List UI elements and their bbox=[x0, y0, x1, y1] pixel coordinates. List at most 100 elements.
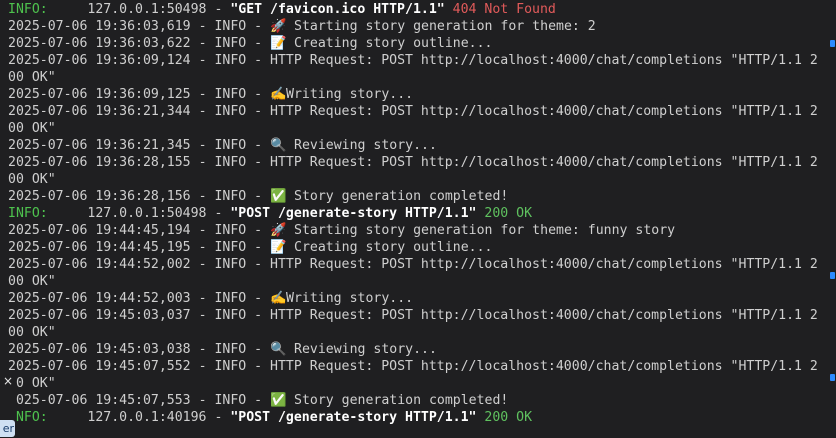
log-message: Creating story outline... bbox=[294, 240, 493, 255]
emoji-icon: 📝 bbox=[270, 36, 287, 51]
terminal-window[interactable]: INFO: 127.0.0.1:50498 - "GET /favicon.ic… bbox=[0, 0, 836, 438]
log-message: HTTP Request: POST http://localhost:4000… bbox=[270, 359, 818, 374]
client-address: 127.0.0.1:50498 bbox=[87, 206, 207, 221]
log-level: INFO bbox=[214, 240, 247, 255]
log-level: INFO bbox=[214, 393, 247, 408]
log-timestamp: 2025-07-06 19:36:21,344 bbox=[8, 104, 191, 119]
log-level: INFO bbox=[214, 342, 247, 357]
http-status: 404 Not Found bbox=[452, 2, 556, 17]
log-output: INFO: 127.0.0.1:50498 - "GET /favicon.ic… bbox=[8, 1, 828, 426]
log-level: INFO bbox=[214, 53, 247, 68]
log-message-wrap: 00 OK" bbox=[8, 172, 56, 187]
log-level: INFO bbox=[214, 223, 247, 238]
log-level: INFO bbox=[214, 189, 247, 204]
log-level: INFO bbox=[214, 257, 247, 272]
emoji-icon: 🔍 bbox=[270, 138, 287, 153]
log-timestamp: 2025-07-06 19:45:07,552 bbox=[8, 359, 191, 374]
emoji-icon: 🔍 bbox=[270, 342, 287, 357]
log-message: Story generation completed! bbox=[294, 189, 509, 204]
log-message: Reviewing story... bbox=[294, 342, 437, 357]
log-line: INFO: 127.0.0.1:40196 - "POST /generate-… bbox=[8, 410, 533, 425]
log-line: 00 OK" bbox=[8, 375, 828, 392]
log-line: 00 OK" bbox=[8, 69, 828, 86]
client-address: 127.0.0.1:40196 bbox=[87, 410, 207, 425]
log-timestamp: 2025-07-06 19:45:03,037 bbox=[8, 308, 191, 323]
log-timestamp: 2025-07-06 19:44:45,194 bbox=[8, 223, 191, 238]
http-request: "GET /favicon.ico HTTP/1.1" bbox=[230, 2, 445, 17]
log-level: INFO bbox=[214, 138, 247, 153]
log-level: INFO bbox=[214, 104, 247, 119]
log-line: 2025-07-06 19:36:21,344 - INFO - HTTP Re… bbox=[8, 104, 818, 119]
log-level: INFO bbox=[214, 19, 247, 34]
log-message-wrap: 00 OK" bbox=[8, 70, 56, 85]
log-level: INFO bbox=[214, 155, 247, 170]
log-timestamp: 2025-07-06 19:44:52,003 bbox=[8, 291, 191, 306]
log-timestamp: 2025-07-06 19:36:28,156 bbox=[8, 189, 191, 204]
close-icon[interactable]: × bbox=[3, 374, 13, 388]
log-message: Story generation completed! bbox=[294, 393, 509, 408]
log-timestamp: 2025-07-06 19:36:09,125 bbox=[8, 87, 191, 102]
log-message-wrap: 00 OK" bbox=[8, 121, 56, 136]
log-message: HTTP Request: POST http://localhost:4000… bbox=[270, 308, 818, 323]
emoji-icon: 📝 bbox=[270, 240, 287, 255]
log-line: 2025-07-06 19:44:45,195 - INFO - 📝 Creat… bbox=[8, 240, 493, 255]
log-message-wrap: 00 OK" bbox=[8, 274, 56, 289]
scroll-marker[interactable] bbox=[830, 272, 835, 279]
emoji-icon: 🚀 bbox=[270, 19, 287, 34]
http-request: "POST /generate-story HTTP/1.1" bbox=[230, 410, 477, 425]
log-level: INFO: bbox=[8, 206, 48, 221]
log-line: 2025-07-06 19:45:07,553 - INFO - ✅ Story… bbox=[8, 393, 509, 408]
log-line: 00 OK" bbox=[8, 120, 828, 137]
http-request: "POST /generate-story HTTP/1.1" bbox=[230, 206, 477, 221]
log-line: 2025-07-06 19:44:45,194 - INFO - 🚀 Start… bbox=[8, 223, 676, 238]
log-level: INFO bbox=[214, 36, 247, 51]
client-address: 127.0.0.1:50498 bbox=[87, 2, 207, 17]
log-timestamp: 2025-07-06 19:36:03,622 bbox=[8, 36, 191, 51]
log-message: Writing story... bbox=[286, 291, 414, 306]
log-level: INFO bbox=[214, 359, 247, 374]
log-message: HTTP Request: POST http://localhost:4000… bbox=[270, 104, 818, 119]
log-line: 2025-07-06 19:36:09,124 - INFO - HTTP Re… bbox=[8, 53, 818, 68]
log-message: Reviewing story... bbox=[294, 138, 437, 153]
log-timestamp: 2025-07-06 19:44:45,195 bbox=[8, 240, 191, 255]
log-message: Starting story generation for theme: fun… bbox=[294, 223, 676, 238]
scroll-marker[interactable] bbox=[830, 40, 835, 47]
log-line: 00 OK" bbox=[8, 273, 828, 290]
emoji-icon: ✅ bbox=[270, 189, 287, 204]
log-level: INFO bbox=[214, 87, 247, 102]
log-message: Starting story generation for theme: 2 bbox=[294, 19, 596, 34]
http-status: 200 OK bbox=[484, 410, 533, 425]
log-level: INFO bbox=[214, 291, 247, 306]
log-timestamp: 2025-07-06 19:36:21,345 bbox=[8, 138, 191, 153]
http-status: 200 OK bbox=[484, 206, 533, 221]
log-message: HTTP Request: POST http://localhost:4000… bbox=[270, 155, 818, 170]
log-level: INFO: bbox=[8, 2, 48, 17]
log-line: INFO: 127.0.0.1:50498 - "POST /generate-… bbox=[8, 206, 533, 221]
log-timestamp: 2025-07-06 19:36:28,155 bbox=[8, 155, 191, 170]
emoji-icon: ✍️ bbox=[270, 291, 287, 306]
log-timestamp: 2025-07-06 19:36:09,124 bbox=[8, 53, 191, 68]
emoji-icon: ✅ bbox=[270, 393, 287, 408]
log-message: HTTP Request: POST http://localhost:4000… bbox=[270, 257, 818, 272]
log-line: 2025-07-06 19:36:21,345 - INFO - 🔍 Revie… bbox=[8, 138, 437, 153]
log-line: 2025-07-06 19:45:03,037 - INFO - HTTP Re… bbox=[8, 308, 818, 323]
log-message: Creating story outline... bbox=[294, 36, 493, 51]
log-timestamp: 2025-07-06 19:45:07,553 bbox=[8, 393, 191, 408]
log-message: HTTP Request: POST http://localhost:4000… bbox=[270, 53, 818, 68]
log-line: INFO: 127.0.0.1:50498 - "GET /favicon.ic… bbox=[8, 2, 556, 17]
log-line: 2025-07-06 19:36:28,155 - INFO - HTTP Re… bbox=[8, 155, 818, 170]
log-line: 2025-07-06 19:45:07,552 - INFO - HTTP Re… bbox=[8, 359, 818, 374]
log-message: Writing story... bbox=[286, 87, 414, 102]
log-line: 2025-07-06 19:36:03,622 - INFO - 📝 Creat… bbox=[8, 36, 493, 51]
scroll-marker[interactable] bbox=[830, 374, 835, 381]
log-line: 2025-07-06 19:44:52,002 - INFO - HTTP Re… bbox=[8, 257, 818, 272]
log-line: 2025-07-06 19:36:09,125 - INFO - ✍️Writi… bbox=[8, 87, 414, 102]
log-timestamp: 2025-07-06 19:36:03,619 bbox=[8, 19, 191, 34]
log-line: 00 OK" bbox=[8, 324, 828, 341]
side-tab[interactable]: er bbox=[0, 420, 15, 437]
log-line: 2025-07-06 19:44:52,003 - INFO - ✍️Writi… bbox=[8, 291, 414, 306]
log-message-wrap: 00 OK" bbox=[8, 325, 56, 340]
log-level: INFO bbox=[214, 308, 247, 323]
log-line: 2025-07-06 19:36:28,156 - INFO - ✅ Story… bbox=[8, 189, 509, 204]
log-line: 2025-07-06 19:45:03,038 - INFO - 🔍 Revie… bbox=[8, 342, 437, 357]
